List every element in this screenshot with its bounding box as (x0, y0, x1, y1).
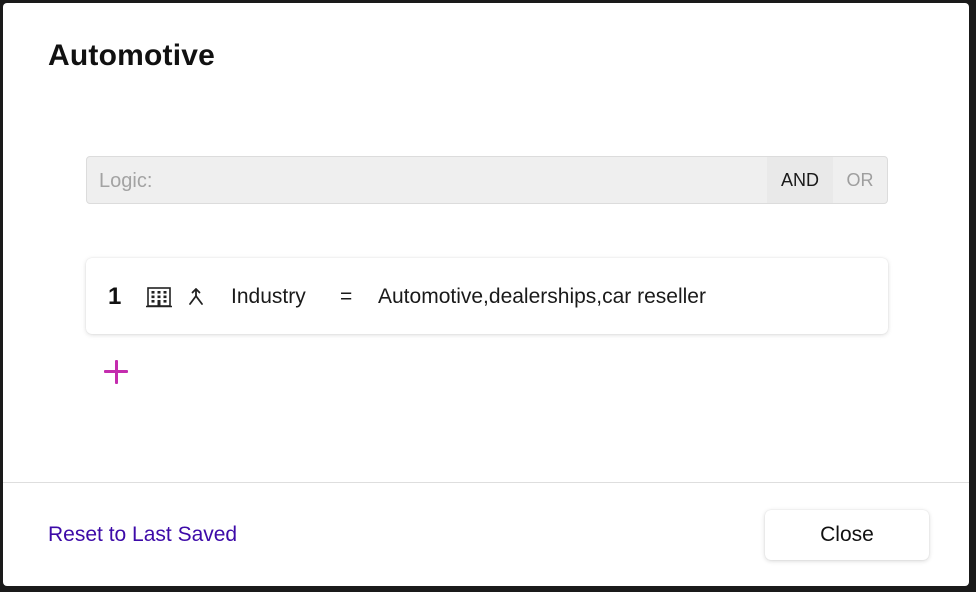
logic-or-option[interactable]: OR (833, 157, 887, 203)
rule-value: Automotive,dealerships,car reseller (378, 285, 706, 308)
add-rule-button[interactable] (101, 357, 131, 387)
logic-label: Logic: (99, 170, 153, 192)
building-icon (146, 287, 172, 308)
filter-dialog: Automotive Logic: AND OR 1 Industry = Au… (3, 3, 969, 586)
logic-and-option[interactable]: AND (767, 157, 833, 203)
footer-divider (3, 482, 969, 483)
rule-operator: = (340, 285, 353, 308)
reset-to-last-saved-link[interactable]: Reset to Last Saved (48, 523, 237, 547)
rule-field: Industry (231, 285, 306, 308)
rule-index: 1 (108, 283, 122, 310)
rule-row[interactable]: 1 Industry = Automotive,dealerships,car … (86, 258, 888, 334)
close-button[interactable]: Close (765, 510, 929, 560)
merge-icon (189, 288, 203, 305)
dialog-title: Automotive (48, 39, 215, 72)
logic-selector: Logic: AND OR (86, 156, 888, 204)
